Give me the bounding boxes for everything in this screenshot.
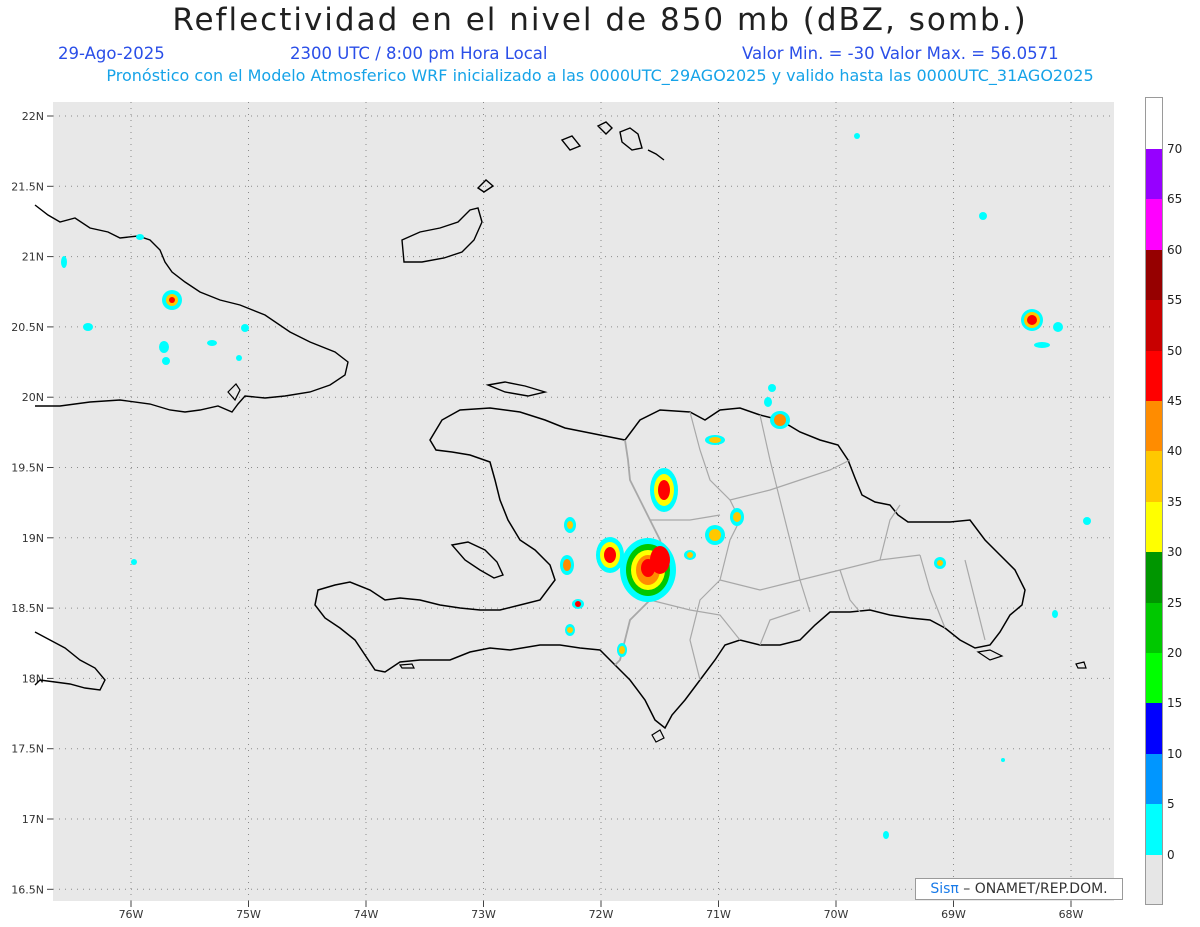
echo-small (764, 397, 772, 407)
lat-tick-label: 20.5N (11, 321, 44, 334)
colorbar-label: 40 (1167, 444, 1183, 459)
credit-box: Sisπ – ONAMET/REP.DOM. (915, 878, 1123, 900)
colorbar-label: 35 (1167, 494, 1183, 509)
lon-tick-label: 71W (706, 908, 731, 921)
colorbar-label: 15 (1167, 696, 1183, 711)
lat-tick-label: 16.5N (11, 883, 44, 896)
colorbar-label: 5 (1167, 797, 1175, 812)
lat-tick-label: 21.5N (11, 180, 44, 193)
colorbar-below-zero (1146, 854, 1162, 904)
lat-tick-label: 21N (22, 251, 44, 264)
lat-tick-label: 20N (22, 391, 44, 404)
colorbar-label: 0 (1167, 847, 1175, 862)
lon-tick-label: 75W (236, 908, 261, 921)
echo-small (83, 323, 93, 331)
lon-tick-label: 70W (824, 908, 849, 921)
lat-tick-label: 22N (22, 110, 44, 123)
echo-small (159, 341, 169, 353)
credit-text: – ONAMET/REP.DOM. (958, 881, 1108, 897)
echo-small (979, 212, 987, 220)
colorbar-segment (1146, 300, 1162, 351)
echo-small (1083, 517, 1091, 525)
colorbar-label: 65 (1167, 192, 1183, 207)
colorbar-label: 70 (1167, 142, 1183, 156)
colorbar-label: 25 (1167, 595, 1183, 610)
lon-tick-label: 76W (119, 908, 144, 921)
echo-small (1001, 758, 1005, 762)
echo-small (768, 384, 776, 392)
colorbar-segment (1146, 350, 1162, 401)
echo-small (241, 324, 249, 332)
colorbar-segment (1146, 199, 1162, 250)
colorbar-label: 20 (1167, 646, 1183, 660)
lat-tick-label: 17N (22, 813, 44, 826)
colorbar-segment (1146, 653, 1162, 704)
colorbar-segment (1146, 804, 1162, 855)
colorbar-segment (1146, 451, 1162, 502)
colorbar-segment (1146, 401, 1162, 452)
reflectivity-map: 22N 21.5N 21N 20.5N 20N 19.5N 19N 18.5N 18N 17.5N… (11, 102, 1114, 921)
lat-tick-label: 19N (22, 532, 44, 545)
colorbar (1145, 97, 1163, 905)
lat-tick-label: 17.5N (11, 743, 44, 756)
lon-tick-label: 74W (354, 908, 379, 921)
colorbar-label: 45 (1167, 394, 1183, 408)
echo-small (162, 357, 170, 365)
echo-small (854, 133, 860, 139)
echo-small (131, 559, 137, 565)
echo-small (883, 831, 889, 839)
lon-tick-label: 72W (589, 908, 614, 921)
lat-tick-label: 19.5N (11, 462, 44, 475)
colorbar-label: 10 (1167, 746, 1183, 761)
lon-tick-label: 69W (941, 908, 966, 921)
colorbar-label: 30 (1167, 545, 1183, 560)
colorbar-segment (1146, 552, 1162, 603)
echo-small (1034, 342, 1050, 348)
colorbar-segment (1146, 703, 1162, 754)
map-background (53, 102, 1114, 901)
colorbar-label: 50 (1167, 343, 1183, 358)
colorbar-label: 60 (1167, 242, 1183, 257)
colorbar-segment (1146, 149, 1162, 200)
colorbar-segment (1146, 753, 1162, 805)
colorbar-label: 55 (1167, 293, 1183, 308)
echo-small (61, 256, 67, 268)
colorbar-segment (1146, 501, 1162, 553)
credit-brand: Sisπ (930, 881, 959, 897)
echo-small (1053, 322, 1063, 332)
echo-small (236, 355, 242, 361)
lat-tick-label: 18.5N (11, 602, 44, 615)
lon-tick-label: 73W (471, 908, 496, 921)
colorbar-segment (1146, 249, 1162, 301)
echo-small (1052, 610, 1058, 618)
colorbar-segment (1146, 602, 1162, 653)
lon-tick-label: 68W (1059, 908, 1084, 921)
echo-small (207, 340, 217, 346)
echo-small (136, 234, 144, 240)
lat-tick-label: 18N (22, 672, 44, 685)
